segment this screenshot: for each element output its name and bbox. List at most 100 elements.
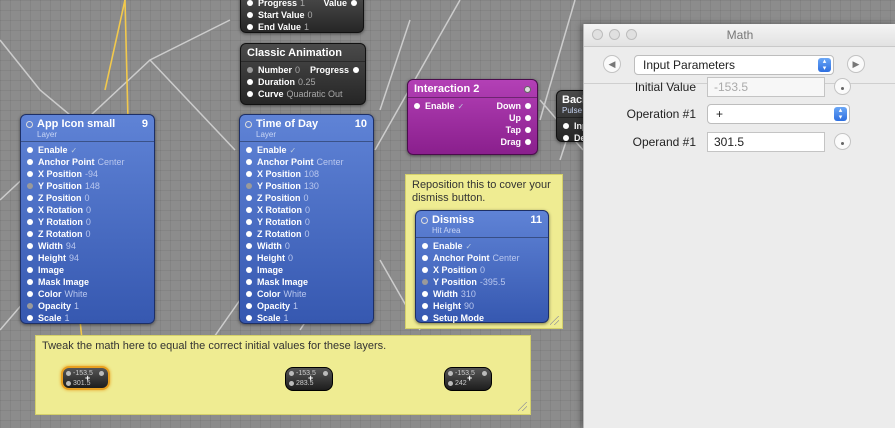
port-icon[interactable] (246, 207, 252, 213)
port-icon[interactable] (27, 267, 33, 273)
port-icon[interactable] (246, 171, 252, 177)
port-label: X Position (38, 169, 83, 179)
patch-header[interactable]: App Icon small Layer 9 (21, 115, 154, 142)
port-icon[interactable] (27, 207, 33, 213)
patch-header[interactable]: Dismiss Hit Area 11 (416, 211, 548, 238)
port-icon[interactable] (27, 219, 33, 225)
port-value: White (64, 289, 88, 299)
port-icon[interactable] (246, 219, 252, 225)
port-row: Image (240, 264, 373, 276)
port-icon[interactable] (422, 243, 428, 249)
port-icon[interactable] (246, 243, 252, 249)
visibility-icon[interactable] (421, 217, 428, 224)
math-node-2[interactable]: -153.5 +283.5 (285, 367, 333, 391)
math-inspector-window: Math ◀ Input Parameters ▴ ▾ ▶ Initial Val… (583, 24, 895, 428)
patch-header[interactable]: Interaction 2 (408, 80, 537, 98)
port-icon[interactable] (246, 159, 252, 165)
port-value: 0 (86, 205, 92, 215)
close-icon[interactable] (592, 29, 603, 40)
port-label: X Position (433, 265, 478, 275)
port-icon[interactable] (246, 195, 252, 201)
port-row: Y Position -395.5 (416, 276, 548, 288)
port-row: Color White (240, 288, 373, 300)
port-label: Enable (257, 145, 287, 155)
port-icon[interactable] (27, 171, 33, 177)
port-row: X Position 0 (416, 264, 548, 276)
port-icon[interactable] (422, 303, 428, 309)
port-value: ✓ (465, 242, 473, 251)
progress-patch[interactable]: Progress 1 Value Start Value 0 End Value 1 (240, 0, 364, 33)
classic-animation-patch[interactable]: Classic Animation Number 0 Progress Durati… (240, 43, 366, 105)
port-label: Width (38, 241, 63, 251)
port-icon[interactable] (27, 255, 33, 261)
zoom-icon[interactable] (626, 29, 637, 40)
math-node-1[interactable]: -153.5 +301.5 (61, 366, 110, 390)
port-row: X Position 108 (240, 168, 373, 180)
port-value: 310 (460, 289, 476, 299)
operand-field[interactable]: 301.5 (707, 132, 825, 152)
patch-header[interactable]: Time of Day Layer 10 (240, 115, 373, 142)
previous-arrow-icon[interactable]: ◀ (603, 55, 621, 73)
publish-knob-icon[interactable] (834, 78, 851, 95)
visibility-icon[interactable] (245, 121, 252, 128)
port-row: Duration 0.25 (241, 76, 365, 88)
port-row: Curve Quadratic Out (241, 88, 365, 100)
port-row: Tap (408, 124, 537, 136)
port-icon[interactable] (246, 315, 252, 321)
patch-header[interactable]: Classic Animation (241, 44, 365, 62)
port-icon[interactable] (27, 159, 33, 165)
port-label: X Position (257, 169, 302, 179)
section-popup[interactable]: Input Parameters ▴ ▾ (634, 55, 834, 75)
resize-grip-icon[interactable] (518, 402, 527, 411)
minimize-icon[interactable] (609, 29, 620, 40)
port-icon[interactable] (246, 183, 252, 189)
port-icon[interactable] (246, 255, 252, 261)
port-icon[interactable] (27, 315, 33, 321)
port-icon[interactable] (422, 267, 428, 273)
port-label: Height (257, 253, 285, 263)
port-icon[interactable] (246, 231, 252, 237)
window-titlebar[interactable]: Math (584, 24, 895, 47)
port-icon[interactable] (27, 243, 33, 249)
port-icon[interactable] (27, 195, 33, 201)
port-icon[interactable] (246, 147, 252, 153)
port-value: 0 (304, 217, 310, 227)
resize-grip-icon[interactable] (550, 316, 559, 325)
next-arrow-icon[interactable]: ▶ (847, 55, 865, 73)
port-value: White (283, 289, 307, 299)
port-icon[interactable] (246, 303, 252, 309)
port-value: 1 (74, 301, 80, 311)
interaction-patch[interactable]: Interaction 2 Enable ✓ Down Up Tap Drag (407, 79, 538, 155)
port-icon[interactable] (422, 291, 428, 297)
port-label: Z Position (38, 193, 82, 203)
app-icon-layer-patch[interactable]: App Icon small Layer 9 Enable ✓ Anchor Poin… (20, 114, 155, 324)
math-node-3[interactable]: -153.5 +242 (444, 367, 492, 391)
port-value: 0 (288, 253, 294, 263)
port-icon[interactable] (422, 255, 428, 261)
port-value: 0 (85, 229, 91, 239)
publish-knob-icon[interactable] (834, 133, 851, 150)
port-icon[interactable] (246, 267, 252, 273)
port-row: Progress 1 Value (241, 0, 363, 9)
port-value: 94 (69, 253, 80, 263)
port-icon[interactable] (422, 315, 428, 321)
port-icon[interactable] (27, 231, 33, 237)
operation-popup[interactable]: + ▴ ▾ (707, 104, 850, 124)
dismiss-hit-area-patch[interactable]: Dismiss Hit Area 11 Enable ✓ Anchor Point Ce… (415, 210, 549, 323)
port-row: Up (408, 112, 537, 124)
port-icon[interactable] (27, 303, 33, 309)
window-title: Math (726, 28, 754, 42)
port-icon[interactable] (27, 279, 33, 285)
time-of-day-layer-patch[interactable]: Time of Day Layer 10 Enable ✓ Anchor Point C… (239, 114, 374, 324)
port-icon[interactable] (422, 279, 428, 285)
port-icon[interactable] (246, 279, 252, 285)
port-icon[interactable] (27, 291, 33, 297)
port-row: Y Rotation 0 (240, 216, 373, 228)
port-icon[interactable] (246, 291, 252, 297)
port-label: Color (38, 289, 62, 299)
initial-value-field[interactable]: -153.5 (707, 77, 825, 97)
port-icon[interactable] (27, 183, 33, 189)
patch-settings-icon[interactable] (524, 86, 531, 93)
visibility-icon[interactable] (26, 121, 33, 128)
port-icon[interactable] (27, 147, 33, 153)
